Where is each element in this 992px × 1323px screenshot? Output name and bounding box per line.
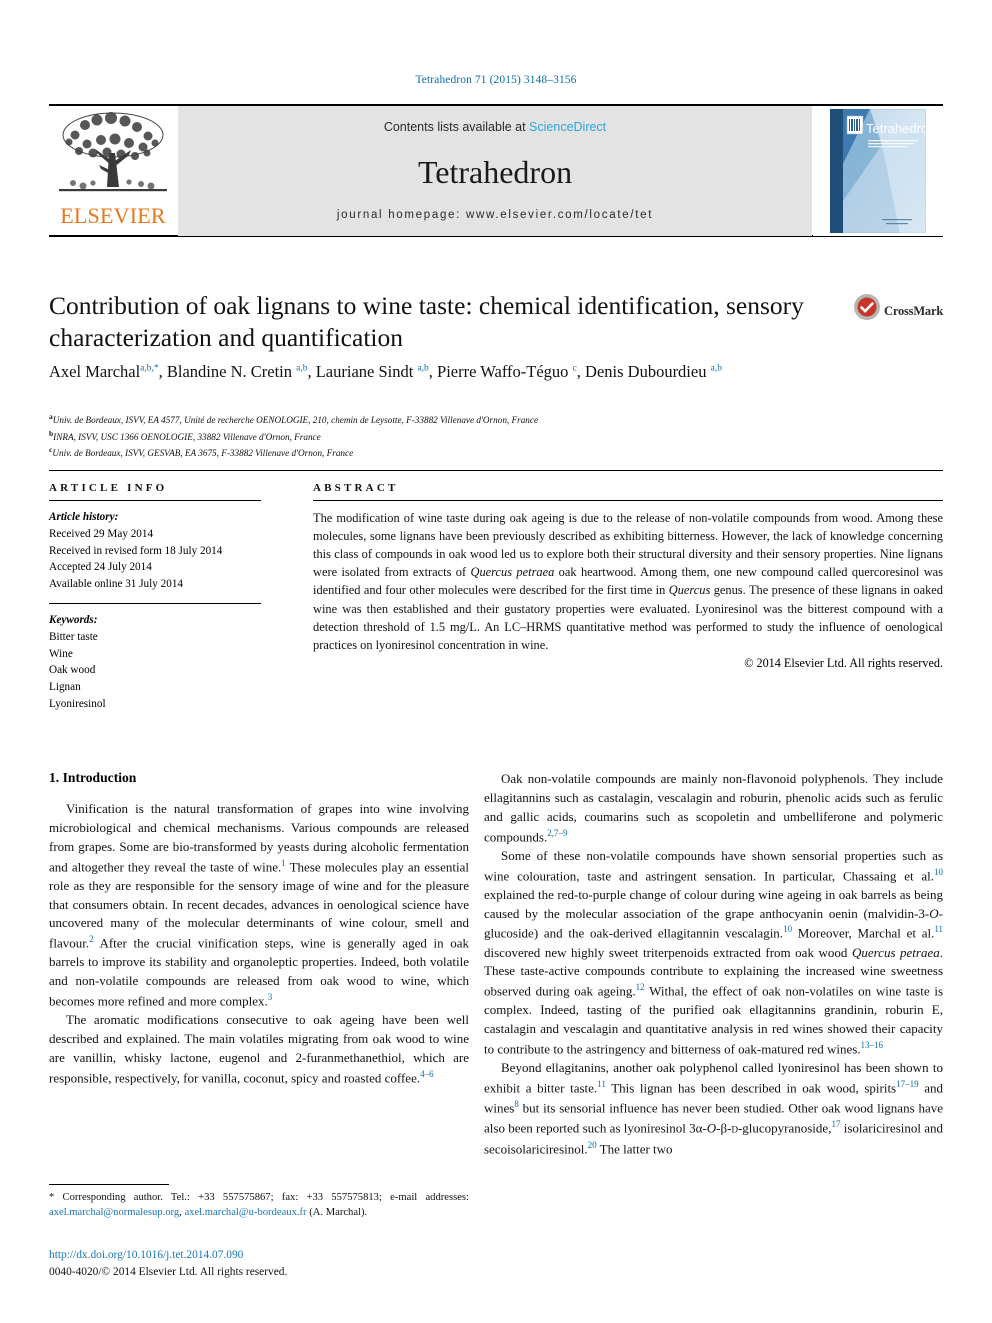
article-page: Tetrahedron 71 (2015) 3148–3156 ELSEVIER…	[0, 0, 992, 1323]
keywords-label: Keywords:	[49, 613, 98, 626]
article-title: Contribution of oak lignans to wine tast…	[49, 291, 804, 353]
masthead-center: Contents lists available at ScienceDirec…	[178, 106, 812, 236]
history-item: Received in revised form 18 July 2014	[49, 544, 223, 557]
article-info-column: ARTICLE INFO Article history: Received 2…	[49, 482, 261, 713]
paragraph: Oak non-volatile compounds are mainly no…	[484, 771, 943, 844]
abstract-text: The modification of wine taste during oa…	[313, 511, 943, 652]
journal-masthead: ELSEVIER Contents lists available at Sci…	[49, 104, 943, 237]
abstract-column: ABSTRACT The modification of wine taste …	[313, 482, 943, 671]
journal-cover-image: Tetrahedron	[830, 109, 926, 233]
keyword-item: Lignan	[49, 681, 81, 694]
journal-homepage-link[interactable]: journal homepage: www.elsevier.com/locat…	[178, 209, 812, 221]
article-history-block: Article history: Received 29 May 2014 Re…	[49, 509, 261, 593]
history-item: Received 29 May 2014	[49, 527, 154, 540]
paragraph: Some of these non-volatile compounds hav…	[484, 847, 944, 1057]
affiliation-a: aUniv. de Bordeaux, ISVV, EA 4577, Unité…	[49, 412, 539, 426]
affiliation-b: bINRA, ISVV, USC 1366 OENOLOGIE, 33882 V…	[49, 428, 321, 442]
contents-prefix: Contents lists available at	[383, 120, 530, 134]
history-item: Accepted 24 July 2014	[49, 561, 152, 574]
body-column-right: Oak non-volatile compounds are mainly no…	[484, 770, 943, 1159]
contents-available-line: Contents lists available at ScienceDirec…	[178, 120, 812, 134]
keywords-block: Keywords: Bitter taste Wine Oak wood Lig…	[49, 612, 261, 713]
doi-link[interactable]: http://dx.doi.org/10.1016/j.tet.2014.07.…	[49, 1249, 469, 1261]
keywords-rule	[49, 602, 261, 604]
keyword-item: Bitter taste	[49, 630, 98, 643]
history-item: Available online 31 July 2014	[49, 578, 184, 591]
abstract-copyright: © 2014 Elsevier Ltd. All rights reserved…	[744, 655, 943, 670]
body-column-left: 1. Introduction Vinification is the natu…	[49, 770, 469, 1088]
elsevier-tree-icon	[59, 112, 167, 192]
paragraph: The aromatic modifications consecutive t…	[49, 1012, 469, 1086]
sciencedirect-link[interactable]: ScienceDirect	[529, 120, 606, 134]
section-heading-introduction: 1. Introduction	[49, 770, 137, 785]
journal-reference: Tetrahedron 71 (2015) 3148–3156	[415, 74, 577, 86]
abstract-underline	[313, 500, 943, 501]
paragraph: Vinification is the natural transformati…	[49, 801, 469, 1009]
affiliation-list: aUniv. de Bordeaux, ISVV, EA 4577, Unité…	[49, 411, 879, 461]
journal-title: Tetrahedron	[417, 154, 573, 190]
crossmark-badge[interactable]: CrossMark	[852, 292, 944, 332]
keyword-item: Wine	[49, 647, 73, 660]
author-list: Axel Marchala,b,*, Blandine N. Cretin a,…	[49, 362, 722, 381]
footnote-rule	[49, 1184, 169, 1185]
elsevier-logo[interactable]: ELSEVIER	[49, 106, 177, 236]
article-info-heading: ARTICLE INFO	[49, 482, 168, 494]
svg-text:Tetrahedron: Tetrahedron	[866, 121, 926, 136]
journal-cover-thumbnail[interactable]: Tetrahedron	[813, 106, 943, 236]
crossmark-label: CrossMark	[884, 304, 944, 318]
info-section-rule	[49, 470, 943, 471]
article-info-underline	[49, 500, 261, 501]
keyword-item: Oak wood	[49, 664, 96, 677]
abstract-heading: ABSTRACT	[313, 482, 399, 494]
keyword-item: Lyoniresinol	[49, 697, 106, 710]
issn-copyright-line: 0040-4020/© 2014 Elsevier Ltd. All right…	[49, 1266, 288, 1278]
crossmark-icon	[854, 294, 880, 320]
paragraph: Beyond ellagitanins, another oak polyphe…	[484, 1060, 943, 1156]
article-history-label: Article history:	[49, 511, 119, 523]
corresponding-author-footnote: * Corresponding author. Tel.: +33 557575…	[49, 1192, 469, 1219]
affiliation-c: cUniv. de Bordeaux, ISVV, GESVAB, EA 367…	[49, 445, 354, 459]
elsevier-wordmark: ELSEVIER	[60, 203, 166, 228]
